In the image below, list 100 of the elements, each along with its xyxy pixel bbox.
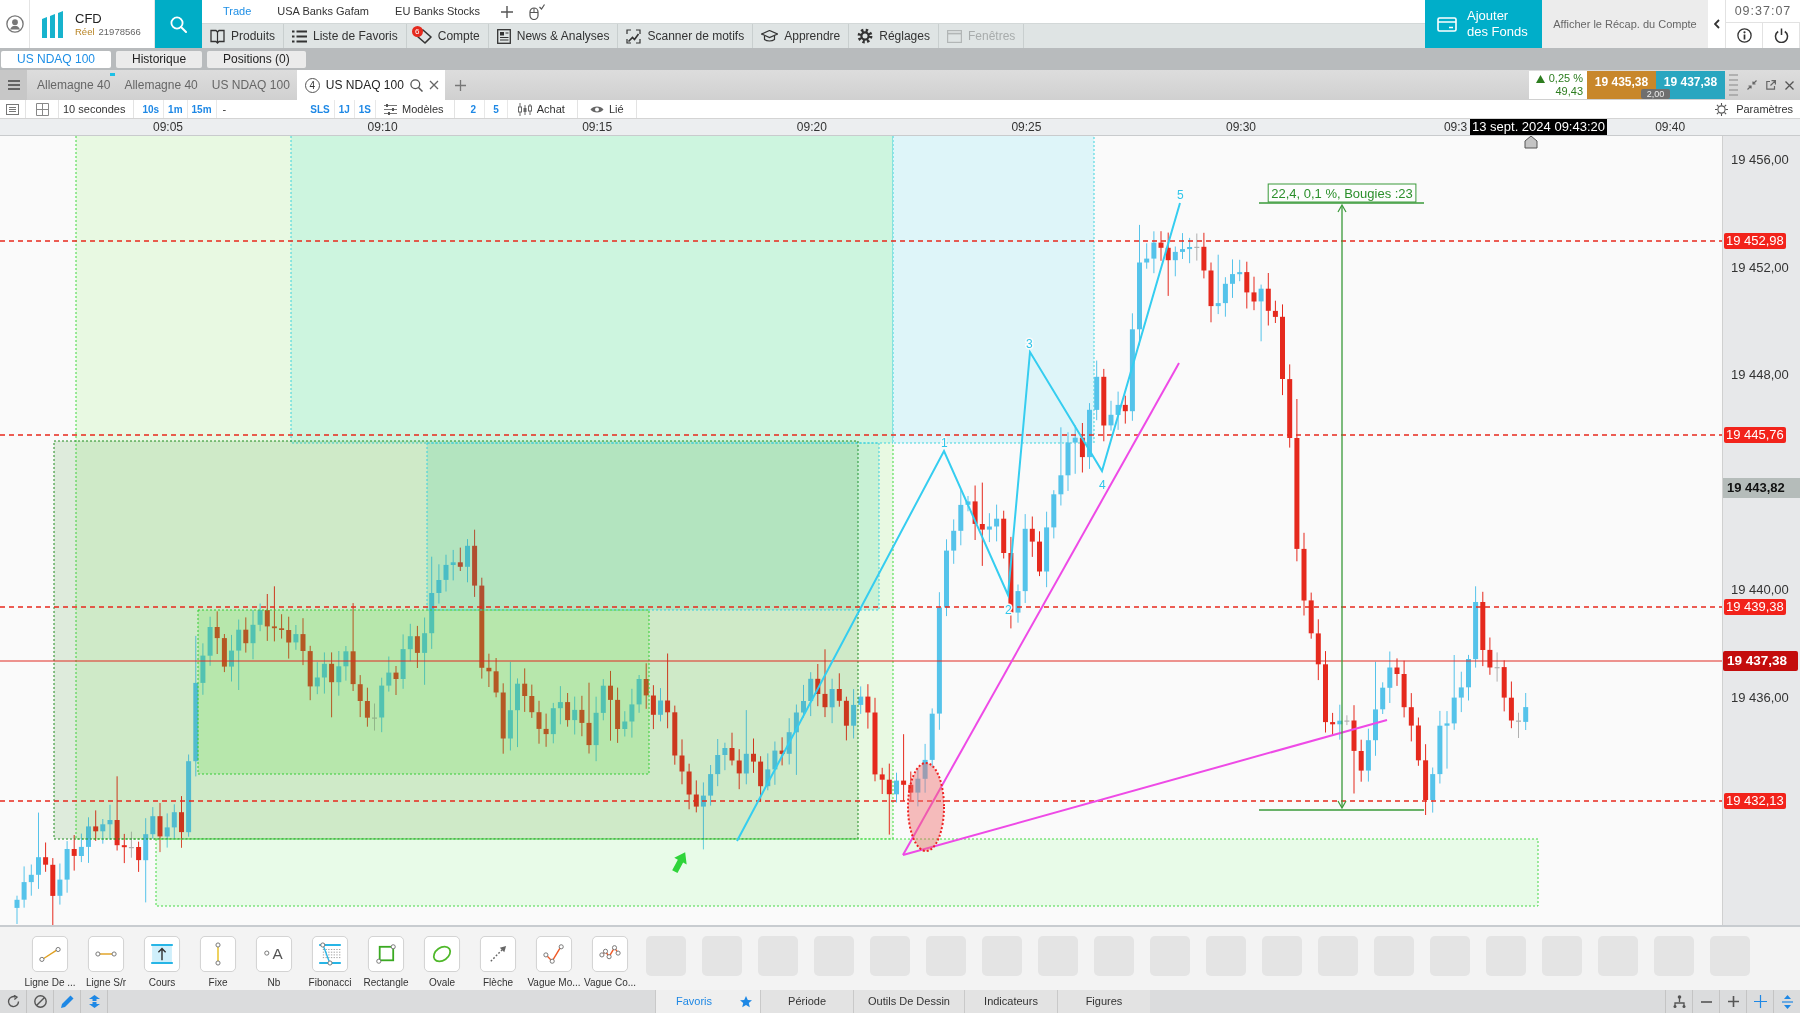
drawing-tool-button[interactable]: A Nb [246,927,302,990]
account-summary-link[interactable]: Afficher le Récap. du Compte [1542,0,1708,48]
drawing-tool-button[interactable]: Ligne S/r [78,927,134,990]
instrument-tab[interactable]: US NDAQ 100 [1,50,112,68]
change-percent: 0,25 % [1548,72,1583,85]
range-button[interactable]: SLS [306,100,335,118]
grid-icon[interactable] [35,102,49,116]
current-price-label: 19 437,38 [1723,651,1798,671]
time-axis-label: 09:30 [1226,119,1256,135]
price-axis-label: 19 440,00 [1731,582,1789,599]
chart-tab[interactable]: Allemagne 40 [117,70,205,100]
range-button[interactable]: 1S [354,100,377,118]
chart-scan-icon [626,28,642,44]
panel-tab[interactable]: Indicateurs [964,990,1057,1013]
range-button[interactable]: 1J [334,100,355,118]
close-icon[interactable] [1785,80,1794,90]
interval-select[interactable]: 10 secondes [59,100,135,118]
arrow-tool-icon [478,936,518,972]
info-icon [1736,28,1752,43]
plus-icon [1727,996,1739,1007]
drawing-tool-button[interactable]: Vague Co... [582,927,638,990]
alert-price-label: 19 432,13 [1724,793,1786,809]
time-axis-label: 09:10 [367,119,398,135]
time-axis-label: 09:15 [582,119,613,135]
interval-button[interactable]: 1m [164,100,188,118]
eye-icon [589,104,604,114]
drawing-tool-button[interactable]: Flèche [470,927,526,990]
drawing-tool-button[interactable]: Fibonacci [302,927,358,990]
chevron-left-icon [1713,19,1720,29]
avatar-icon [5,15,24,33]
product-name: CFD [75,10,103,26]
drawing-tool-button[interactable]: Fixe [190,927,246,990]
instrument-tab[interactable]: Positions (0) [207,50,306,68]
fibonacci-tool-icon [310,936,350,972]
watchlist-tab[interactable]: EU Banks Stocks [382,0,494,23]
refresh-icon [6,995,20,1008]
minus-icon [1700,1000,1712,1003]
crosshair-time-label: 13 sept. 2024 09:43:20 [1470,119,1607,135]
interval-button[interactable]: 15m [187,100,217,118]
mouse-icon [529,3,546,20]
wave-label: 4 [1099,478,1106,492]
templates-button[interactable]: Modèles [376,100,455,118]
drag-handle-icon[interactable] [1729,74,1738,96]
chart-tab[interactable]: 4 US NDAQ 100 [296,70,445,100]
wave-label: 3 [1026,337,1033,351]
close-icon[interactable] [428,80,439,90]
price-axis-label: 19 452,00 [1731,259,1789,276]
settings-button[interactable]: Paramètres [1715,100,1800,118]
menu-button[interactable] [0,70,27,100]
link-button[interactable]: Lié [577,100,637,118]
search-icon[interactable] [409,78,423,92]
text-tool-icon: A [254,936,294,972]
time-axis-label: 09:05 [153,119,183,135]
price-axis-label: 19 456,00 [1731,152,1789,168]
drawing-tool-button[interactable]: Ligne De ... [22,927,78,990]
instrument-tab[interactable]: Historique [116,50,203,68]
wave-label: 1 [941,436,948,450]
book-icon [210,28,225,44]
price-line-tool-icon [142,936,182,972]
layout-button[interactable]: 2 [462,100,486,118]
panel-tab[interactable]: Outils De Dessin [853,990,964,1013]
list-icon [292,29,308,43]
diamond-arrows-icon [88,995,100,1008]
drawing-tool-button[interactable]: Vague Mo... [526,927,582,990]
panel-tab[interactable]: Figures [1057,990,1150,1013]
interval-button[interactable]: 10s [138,100,165,118]
watchlist-tab[interactable]: Trade [210,0,265,23]
zigzag-wave-tool-icon [590,936,630,972]
newspaper-icon [496,28,511,44]
ellipse-tool-icon [422,936,462,972]
power-icon [1773,28,1789,43]
drawing-tool-button[interactable]: Ovale [414,927,470,990]
drawing-tool-button[interactable]: Cours [134,927,190,990]
chart-tab[interactable]: Allemagne 40 [30,70,118,100]
list-icon[interactable] [6,103,19,115]
alert-price-label: 19 445,76 [1724,427,1786,443]
search-button[interactable] [155,0,202,48]
chart-tab[interactable]: US NDAQ 100 [204,70,297,100]
logo-icon [42,10,63,38]
order-button[interactable]: Achat [507,100,578,118]
vertical-arrows-icon [1781,994,1793,1009]
time-axis-label: 09:25 [1011,119,1042,135]
search-icon [170,15,187,33]
card-icon [1437,16,1457,32]
crosshair-price-label: 19 443,82 [1723,478,1800,498]
spread-value: 2,00 [1641,89,1670,99]
gear-icon [857,28,874,44]
account-mode: Réel [75,25,95,38]
drawing-tool-button[interactable]: Rectangle [358,927,414,990]
panel-tab[interactable]: Période [760,990,854,1013]
alert-price-label: 19 452,98 [1724,233,1786,249]
layout-button[interactable]: 5 [485,100,508,118]
cancel-icon [33,995,47,1008]
price-axis-label: 19 436,00 [1731,690,1789,706]
collapse-icon[interactable] [1747,80,1757,90]
custom-interval-button[interactable]: - [216,100,233,118]
external-window-icon[interactable] [1766,80,1776,90]
menu-icon [7,80,20,90]
watchlist-tab[interactable]: USA Banks Gafam [264,0,383,23]
notification-count: 6 [411,26,423,37]
